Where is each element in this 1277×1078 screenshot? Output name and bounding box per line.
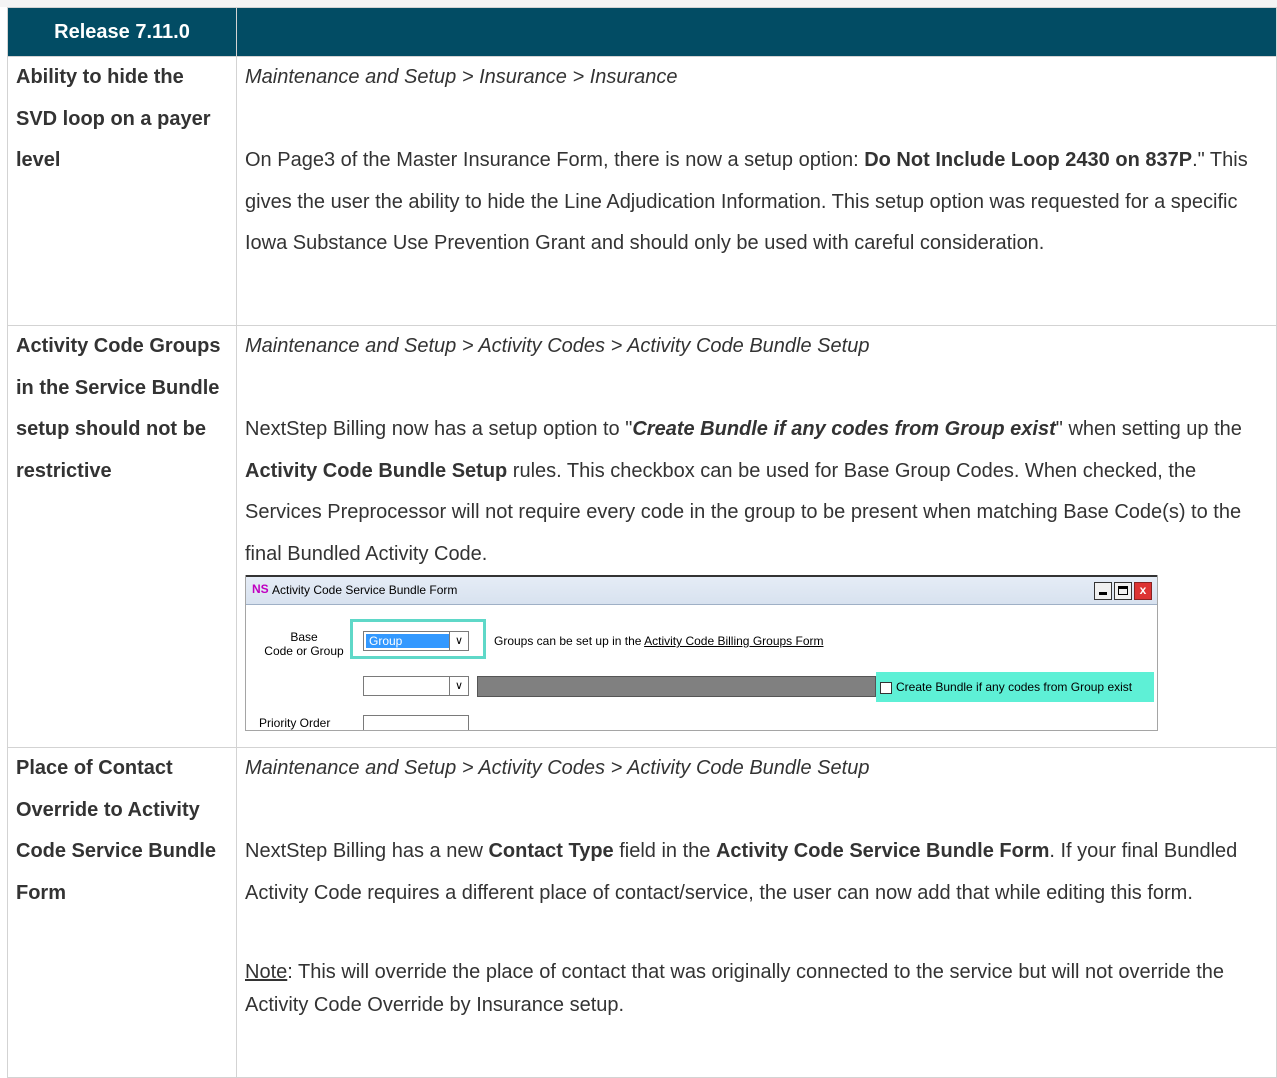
group-selected-value: Group bbox=[366, 634, 449, 648]
feature-title: Place of Contact Override to Activity Co… bbox=[7, 747, 237, 1078]
release-notes-table: Release 7.11.0 Ability to hide the SVD l… bbox=[7, 7, 1277, 1078]
table-row: Ability to hide the SVD loop on a payer … bbox=[7, 56, 1277, 326]
note-paragraph: Note: This will override the place of co… bbox=[245, 960, 1225, 1016]
create-bundle-option[interactable]: Create Bundle if any codes from Group ex… bbox=[876, 672, 1154, 702]
chevron-down-icon[interactable]: ∨ bbox=[449, 677, 468, 695]
feature-title: Ability to hide the SVD loop on a payer … bbox=[7, 56, 237, 326]
groups-hint: Groups can be set up in the Activity Cod… bbox=[494, 634, 824, 648]
minimize-icon[interactable] bbox=[1094, 582, 1112, 600]
feature-description: Maintenance and Setup > Activity Codes >… bbox=[236, 325, 1277, 748]
group-code-select[interactable]: ∨ bbox=[363, 676, 469, 696]
create-bundle-checkbox[interactable] bbox=[880, 681, 892, 694]
base-code-group-select[interactable]: Group ∨ bbox=[363, 631, 469, 651]
release-header: Release 7.11.0 bbox=[7, 7, 237, 57]
table-row: Place of Contact Override to Activity Co… bbox=[7, 747, 1277, 1078]
top-strip bbox=[0, 0, 1277, 7]
menu-path: Maintenance and Setup > Activity Codes >… bbox=[245, 757, 870, 779]
feature-title: Activity Code Groups in the Service Bund… bbox=[7, 325, 237, 748]
menu-path: Maintenance and Setup > Activity Codes >… bbox=[245, 335, 870, 357]
form-title-bar: NS Activity Code Service Bundle Form x bbox=[246, 575, 1157, 605]
close-icon[interactable]: x bbox=[1134, 582, 1152, 600]
create-bundle-label: Create Bundle if any codes from Group ex… bbox=[896, 680, 1133, 694]
description-paragraph: NextStep Billing has a new Contact Type … bbox=[245, 840, 1238, 904]
embedded-form-screenshot: NS Activity Code Service Bundle Form x B… bbox=[245, 575, 1158, 731]
base-label: Base Code or Group bbox=[264, 630, 344, 658]
feature-description: Maintenance and Setup > Insurance > Insu… bbox=[236, 56, 1277, 326]
description-paragraph: On Page3 of the Master Insurance Form, t… bbox=[245, 149, 1248, 254]
table-row: Activity Code Groups in the Service Bund… bbox=[7, 325, 1277, 748]
menu-path: Maintenance and Setup > Insurance > Insu… bbox=[245, 66, 678, 88]
app-logo-icon: NS bbox=[252, 582, 269, 596]
header-empty bbox=[236, 7, 1277, 57]
group-description-bar bbox=[477, 676, 876, 697]
description-paragraph: NextStep Billing now has a setup option … bbox=[245, 418, 1242, 565]
form-title: Activity Code Service Bundle Form bbox=[272, 583, 458, 597]
chevron-down-icon[interactable]: ∨ bbox=[449, 632, 468, 650]
groups-form-link[interactable]: Activity Code Billing Groups Form bbox=[644, 634, 823, 648]
maximize-icon[interactable] bbox=[1114, 582, 1132, 600]
priority-order-input[interactable] bbox=[363, 715, 469, 730]
feature-description: Maintenance and Setup > Activity Codes >… bbox=[236, 747, 1277, 1078]
priority-order-label: Priority Order bbox=[259, 716, 331, 730]
table-header-row: Release 7.11.0 bbox=[7, 7, 1277, 57]
